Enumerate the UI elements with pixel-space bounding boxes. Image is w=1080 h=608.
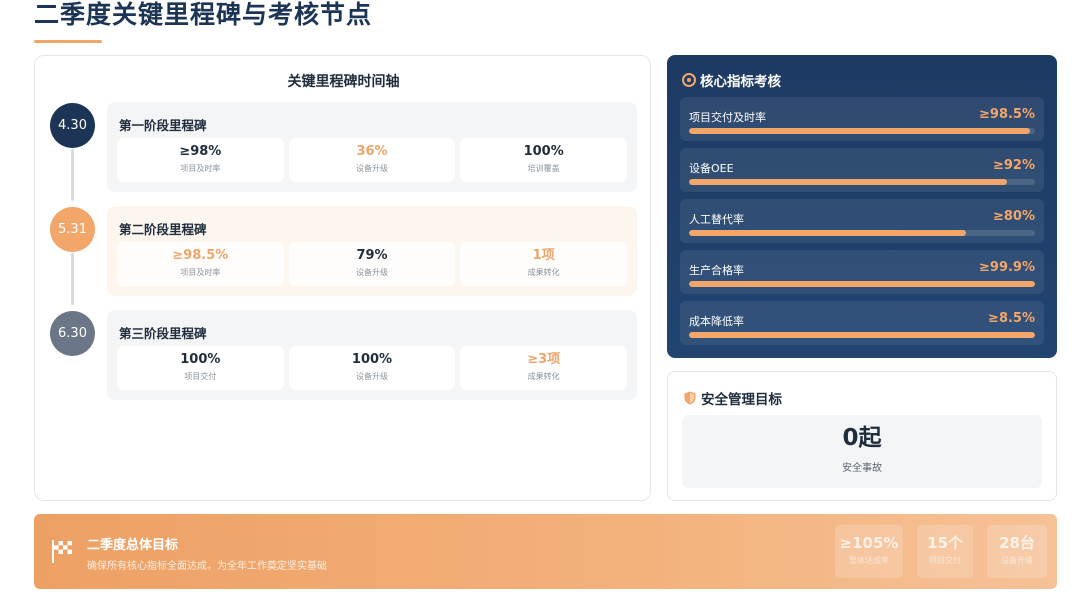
- kpi-progress-track: [689, 230, 1035, 236]
- kpi-row: 项目交付及时率 ≥98.5%: [680, 97, 1044, 141]
- stage-date: 6.30: [58, 326, 87, 341]
- kpi-value: ≥99.9%: [979, 260, 1035, 275]
- shield-icon: [684, 391, 696, 405]
- metric-label: 项目交付: [184, 372, 217, 381]
- metric-label: 培训覆盖: [527, 164, 560, 173]
- goal-stat-value: ≥105%: [839, 534, 899, 552]
- metric-tile: 100% 设备升级: [288, 346, 456, 390]
- kpi-progress-track: [689, 128, 1035, 134]
- stage-title: 第三阶段里程碑: [119, 326, 207, 341]
- metric-value: ≥98.5%: [172, 248, 229, 263]
- goal-stat: ≥105% 整体达成率: [835, 525, 903, 578]
- metric-tile: ≥98.5% 项目及时率: [117, 242, 284, 286]
- kpi-row: 设备OEE ≥92%: [680, 148, 1044, 192]
- stage-card: 第三阶段里程碑 100% 项目交付 100% 设备升级 ≥3项 成果转化: [107, 310, 637, 400]
- goal-title: 二季度总体目标: [87, 538, 179, 553]
- kpi-progress-track: [689, 179, 1035, 185]
- kpi-progress-fill: [689, 230, 966, 236]
- goal-stat: 15个 项目交付: [917, 525, 973, 578]
- safety-title: 安全管理目标: [701, 392, 782, 408]
- metric-tile: 100% 项目交付: [117, 346, 284, 390]
- goal-stat: 28台 设备升级: [987, 525, 1047, 578]
- metric-value: 1项: [532, 248, 555, 263]
- metric-value: 100%: [523, 144, 564, 159]
- stage-title: 第一阶段里程碑: [119, 118, 207, 133]
- kpi-label: 项目交付及时率: [689, 111, 766, 124]
- core-kpi-panel: 核心指标考核 项目交付及时率 ≥98.5% 设备OEE ≥92% 人工替代率 ≥…: [667, 55, 1057, 358]
- kpi-label: 人工替代率: [689, 213, 744, 226]
- metric-tile: 79% 设备升级: [288, 242, 456, 286]
- stage-date: 4.30: [58, 118, 87, 133]
- goal-description: 确保所有核心指标全面达成，为全年工作奠定坚实基础: [87, 561, 327, 572]
- metric-tile: ≥98% 项目及时率: [117, 138, 284, 182]
- stage-date-circle: 4.30: [50, 103, 95, 148]
- kpi-row: 人工替代率 ≥80%: [680, 199, 1044, 243]
- metric-tile: 36% 设备升级: [288, 138, 456, 182]
- stage-metrics: 100% 项目交付 100% 设备升级 ≥3项 成果转化: [117, 346, 628, 390]
- metric-value: 36%: [356, 144, 388, 159]
- checkered-flag-icon: [52, 540, 72, 563]
- kpi-header: 核心指标考核: [682, 70, 781, 90]
- safety-value: 0起: [842, 425, 882, 451]
- metric-label: 项目及时率: [180, 268, 221, 277]
- metric-label: 设备升级: [356, 372, 388, 381]
- kpi-progress-fill: [689, 179, 1008, 185]
- goal-stats: ≥105% 整体达成率 15个 项目交付 28台 设备升级: [835, 525, 1047, 578]
- metric-label: 设备升级: [356, 268, 388, 277]
- kpi-progress-fill: [689, 332, 1035, 338]
- stage-date-circle: 6.30: [50, 311, 95, 356]
- metric-value: 100%: [180, 352, 221, 367]
- kpi-value: ≥80%: [992, 209, 1035, 224]
- metric-value: 79%: [356, 248, 388, 263]
- milestone-timeline-card: 关键里程碑时间轴 4.30 第一阶段里程碑 ≥98% 项目及时率 36% 设备升…: [34, 55, 651, 501]
- metric-label: 设备升级: [356, 164, 388, 173]
- metric-tile: 100% 培训覆盖: [460, 138, 628, 182]
- safety-value-box: 0起 安全事故: [682, 415, 1042, 488]
- metric-tile: ≥3项 成果转化: [460, 346, 628, 390]
- timeline-connector: [71, 149, 74, 201]
- kpi-value: ≥8.5%: [988, 311, 1035, 326]
- metric-value: 100%: [351, 352, 393, 367]
- goal-stat-label: 整体达成率: [849, 556, 889, 565]
- stage-card: 第二阶段里程碑 ≥98.5% 项目及时率 79% 设备升级 1项 成果转化: [107, 206, 637, 296]
- stage-title: 第二阶段里程碑: [119, 222, 207, 237]
- overall-goal-banner: 二季度总体目标 确保所有核心指标全面达成，为全年工作奠定坚实基础 ≥105% 整…: [34, 514, 1057, 589]
- kpi-value: ≥98.5%: [979, 107, 1035, 122]
- kpi-progress-track: [689, 281, 1035, 287]
- metric-value: ≥3项: [527, 352, 561, 367]
- kpi-value: ≥92%: [992, 158, 1035, 173]
- goal-stat-value: 15个: [927, 534, 963, 552]
- page-title: 二季度关键里程碑与考核节点: [34, 0, 373, 29]
- stage-date-circle: 5.31: [50, 207, 95, 252]
- metric-label: 项目及时率: [180, 164, 221, 173]
- stage-metrics: ≥98% 项目及时率 36% 设备升级 100% 培训覆盖: [117, 138, 628, 182]
- kpi-progress-track: [689, 332, 1035, 338]
- kpi-label: 成本降低率: [689, 315, 744, 328]
- safety-header: 安全管理目标: [684, 388, 782, 408]
- stage-metrics: ≥98.5% 项目及时率 79% 设备升级 1项 成果转化: [117, 242, 628, 286]
- goal-stat-value: 28台: [999, 534, 1035, 552]
- stage-date: 5.31: [58, 222, 87, 237]
- goal-stat-label: 项目交付: [929, 556, 961, 565]
- target-icon: [682, 73, 696, 87]
- kpi-title: 核心指标考核: [700, 74, 781, 90]
- metric-tile: 1项 成果转化: [460, 242, 628, 286]
- title-underline: [34, 40, 102, 43]
- kpi-label: 设备OEE: [689, 162, 734, 175]
- metric-label: 成果转化: [527, 372, 560, 381]
- safety-label: 安全事故: [842, 463, 882, 474]
- goal-stat-label: 设备升级: [1001, 556, 1033, 565]
- kpi-label: 生产合格率: [689, 264, 744, 277]
- stage-card: 第一阶段里程碑 ≥98% 项目及时率 36% 设备升级 100% 培训覆盖: [107, 102, 637, 192]
- timeline-connector: [71, 253, 74, 305]
- metric-label: 成果转化: [527, 268, 560, 277]
- kpi-row: 成本降低率 ≥8.5%: [680, 301, 1044, 345]
- metric-value: ≥98%: [179, 144, 222, 159]
- kpi-progress-fill: [689, 281, 1035, 287]
- safety-target-card: 安全管理目标 0起 安全事故: [667, 371, 1057, 501]
- kpi-row: 生产合格率 ≥99.9%: [680, 250, 1044, 294]
- kpi-progress-fill: [689, 128, 1030, 134]
- timeline-title: 关键里程碑时间轴: [287, 74, 400, 90]
